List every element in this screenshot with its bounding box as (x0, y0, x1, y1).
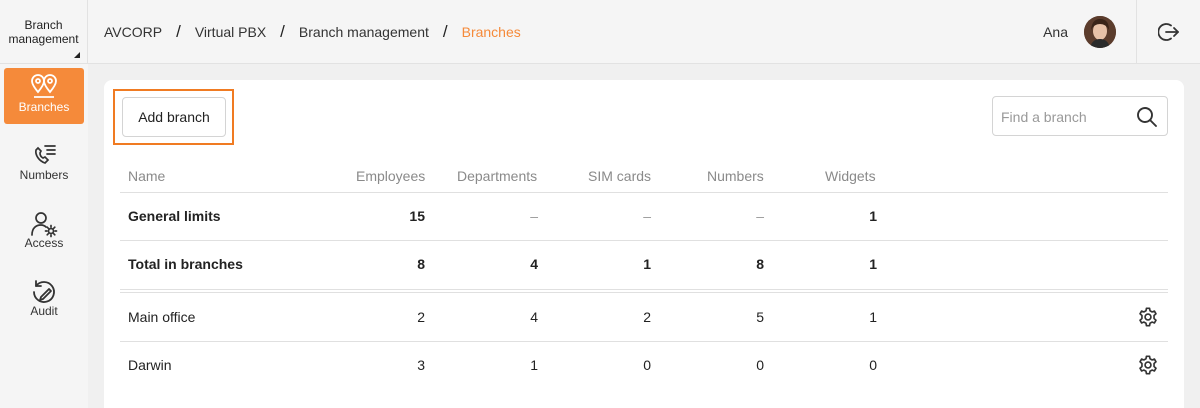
cell-widgets: 1 (869, 256, 877, 272)
user-gear-icon (4, 204, 84, 238)
cell-employees: 2 (417, 309, 425, 325)
map-pin-icon (4, 68, 84, 100)
breadcrumb-item-avcorp[interactable]: AVCORP (104, 24, 162, 40)
breadcrumb-separator: / (442, 22, 448, 41)
row-name: Main office (128, 309, 196, 325)
row-name: Total in branches (128, 256, 243, 272)
row-name: Darwin (128, 357, 172, 373)
logout-icon (1157, 23, 1179, 41)
breadcrumb-separator: / (176, 22, 181, 41)
user-menu[interactable]: Ana (1043, 0, 1116, 64)
sidebar-item-label: Branches (18, 100, 70, 114)
branches-panel: Add branch Name Employees Departments SI… (104, 80, 1184, 408)
cell-employees: 3 (417, 357, 425, 373)
column-header-employees[interactable]: Employees (356, 168, 425, 184)
breadcrumb-separator: / (280, 22, 285, 41)
breadcrumb-item-branch-management[interactable]: Branch management (299, 24, 429, 40)
cell-sim-cards: 1 (643, 256, 651, 272)
cell-departments: – (530, 208, 538, 224)
row-divider (120, 341, 1168, 342)
add-branch-highlight: Add branch (113, 89, 234, 145)
audit-icon (4, 272, 84, 304)
sidebar: Branches Numbers Access Audit (0, 64, 88, 408)
cell-sim-cards: 0 (643, 357, 651, 373)
sidebar-item-label: Access (24, 236, 64, 250)
row-divider (120, 240, 1168, 241)
row-divider (120, 289, 1168, 290)
search-input[interactable] (1001, 107, 1131, 127)
cell-sim-cards: – (643, 208, 651, 224)
sidebar-item-branches[interactable]: Branches (4, 68, 84, 124)
corner-arrow-icon (74, 52, 80, 58)
gear-icon[interactable] (1137, 354, 1159, 376)
cell-departments: 1 (530, 357, 538, 373)
column-header-numbers[interactable]: Numbers (707, 168, 764, 184)
column-header-name[interactable]: Name (128, 168, 165, 184)
sidebar-item-access[interactable]: Access (4, 204, 84, 260)
sidebar-item-numbers[interactable]: Numbers (4, 136, 84, 192)
user-name: Ana (1043, 24, 1068, 40)
avatar[interactable] (1084, 16, 1116, 48)
app-switcher-label: Branch management (8, 18, 79, 46)
cell-departments: 4 (530, 309, 538, 325)
breadcrumb: AVCORP / Virtual PBX / Branch management… (104, 0, 521, 64)
app-switcher[interactable]: Branch management (0, 0, 88, 64)
cell-employees: 8 (417, 256, 425, 272)
cell-widgets: 0 (869, 357, 877, 373)
search-icon[interactable] (1136, 106, 1158, 133)
cell-numbers: 8 (756, 256, 764, 272)
phone-list-icon (4, 136, 84, 168)
cell-employees: 15 (409, 208, 425, 224)
column-header-departments[interactable]: Departments (457, 168, 537, 184)
gear-icon[interactable] (1137, 306, 1159, 328)
cell-numbers: 0 (756, 357, 764, 373)
breadcrumb-item-virtual-pbx[interactable]: Virtual PBX (195, 24, 266, 40)
row-divider (120, 292, 1168, 293)
top-bar: Branch management AVCORP / Virtual PBX /… (0, 0, 1200, 64)
sidebar-item-label: Numbers (19, 168, 69, 182)
search-box[interactable] (992, 96, 1168, 136)
sidebar-item-label: Audit (30, 304, 58, 318)
cell-numbers: 5 (756, 309, 764, 325)
cell-departments: 4 (530, 256, 538, 272)
cell-widgets: 1 (869, 309, 877, 325)
sidebar-item-audit[interactable]: Audit (4, 272, 84, 328)
row-name: General limits (128, 208, 221, 224)
column-header-widgets[interactable]: Widgets (825, 168, 876, 184)
header-divider (120, 192, 1168, 193)
logout-button[interactable] (1136, 0, 1200, 64)
cell-sim-cards: 2 (643, 309, 651, 325)
add-branch-button[interactable]: Add branch (122, 97, 226, 137)
cell-numbers: – (756, 208, 764, 224)
column-header-sim-cards[interactable]: SIM cards (588, 168, 651, 184)
cell-widgets: 1 (869, 208, 877, 224)
breadcrumb-item-branches: Branches (461, 24, 521, 40)
